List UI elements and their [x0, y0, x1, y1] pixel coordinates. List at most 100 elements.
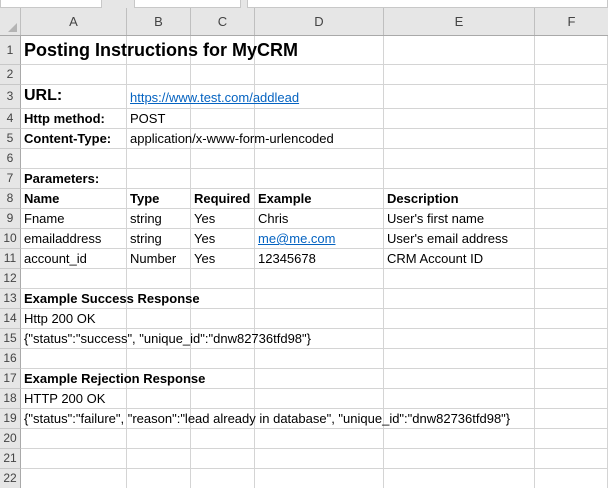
- cell-f2[interactable]: [535, 65, 608, 85]
- cell-a18[interactable]: HTTP 200 OK: [21, 389, 127, 409]
- column-header-f[interactable]: F: [535, 8, 608, 35]
- cell-a6[interactable]: [21, 149, 127, 169]
- row-header[interactable]: 20: [0, 429, 21, 449]
- cell-b12[interactable]: [127, 269, 191, 289]
- cell-f16[interactable]: [535, 349, 608, 369]
- cell-a9[interactable]: Fname: [21, 209, 127, 229]
- column-header-d[interactable]: D: [255, 8, 384, 35]
- cell-c14[interactable]: [191, 309, 255, 329]
- cell-f1[interactable]: [535, 36, 608, 65]
- cell-f20[interactable]: [535, 429, 608, 449]
- cell-f10[interactable]: [535, 229, 608, 249]
- cell-e20[interactable]: [384, 429, 535, 449]
- cell-e5[interactable]: [384, 129, 535, 149]
- cell-b16[interactable]: [127, 349, 191, 369]
- cell-a11[interactable]: account_id: [21, 249, 127, 269]
- row-header[interactable]: 18: [0, 389, 21, 409]
- cell-d17[interactable]: [255, 369, 384, 389]
- cell-a8[interactable]: Name: [21, 189, 127, 209]
- row-header[interactable]: 19: [0, 409, 21, 429]
- row-header[interactable]: 12: [0, 269, 21, 289]
- row-header[interactable]: 21: [0, 449, 21, 469]
- cell-b5[interactable]: application/x-www-form-urlencoded: [127, 129, 334, 149]
- cell-f12[interactable]: [535, 269, 608, 289]
- cell-f14[interactable]: [535, 309, 608, 329]
- cell-f21[interactable]: [535, 449, 608, 469]
- cell-a13[interactable]: Example Success Response: [21, 289, 200, 309]
- row-header[interactable]: 7: [0, 169, 21, 189]
- cell-d21[interactable]: [255, 449, 384, 469]
- cell-b9[interactable]: string: [127, 209, 191, 229]
- cell-f5[interactable]: [535, 129, 608, 149]
- cell-f3[interactable]: [535, 85, 608, 109]
- row-header[interactable]: 10: [0, 229, 21, 249]
- cell-f8[interactable]: [535, 189, 608, 209]
- cell-f11[interactable]: [535, 249, 608, 269]
- email-link[interactable]: me@me.com: [255, 229, 384, 249]
- cell-f19[interactable]: [535, 409, 608, 429]
- row-header[interactable]: 15: [0, 329, 21, 349]
- cell-d22[interactable]: [255, 469, 384, 488]
- cell-a3[interactable]: URL:: [21, 85, 127, 109]
- cell-a15[interactable]: {"status":"success", "unique_id":"dnw827…: [21, 329, 311, 349]
- row-header[interactable]: 9: [0, 209, 21, 229]
- cell-e15[interactable]: [384, 329, 535, 349]
- cell-f7[interactable]: [535, 169, 608, 189]
- cell-d4[interactable]: [255, 109, 384, 129]
- cell-e17[interactable]: [384, 369, 535, 389]
- url-link[interactable]: https://www.test.com/addlead: [127, 85, 299, 109]
- cell-f18[interactable]: [535, 389, 608, 409]
- cell-b14[interactable]: [127, 309, 191, 329]
- cell-e7[interactable]: [384, 169, 535, 189]
- cell-a1[interactable]: Posting Instructions for MyCRM: [21, 36, 298, 65]
- cell-e9[interactable]: User's first name: [384, 209, 535, 229]
- cell-b10[interactable]: string: [127, 229, 191, 249]
- cell-c4[interactable]: [191, 109, 255, 129]
- column-header-e[interactable]: E: [384, 8, 535, 35]
- select-all-corner[interactable]: [0, 8, 21, 35]
- row-header[interactable]: 5: [0, 129, 21, 149]
- cell-a16[interactable]: [21, 349, 127, 369]
- cell-a2[interactable]: [21, 65, 127, 85]
- cell-e21[interactable]: [384, 449, 535, 469]
- cell-d13[interactable]: [255, 289, 384, 309]
- row-header[interactable]: 1: [0, 36, 21, 65]
- cell-c12[interactable]: [191, 269, 255, 289]
- cell-a12[interactable]: [21, 269, 127, 289]
- cell-e3[interactable]: [384, 85, 535, 109]
- cell-e6[interactable]: [384, 149, 535, 169]
- cell-c2[interactable]: [191, 65, 255, 85]
- cell-d2[interactable]: [255, 65, 384, 85]
- cell-e10[interactable]: User's email address: [384, 229, 535, 249]
- cell-d11[interactable]: 12345678: [255, 249, 384, 269]
- row-header[interactable]: 16: [0, 349, 21, 369]
- cell-b8[interactable]: Type: [127, 189, 191, 209]
- row-header[interactable]: 2: [0, 65, 21, 85]
- cell-d9[interactable]: Chris: [255, 209, 384, 229]
- cell-c21[interactable]: [191, 449, 255, 469]
- cell-e22[interactable]: [384, 469, 535, 488]
- cell-b11[interactable]: Number: [127, 249, 191, 269]
- cell-a7[interactable]: Parameters:: [21, 169, 127, 189]
- cell-d12[interactable]: [255, 269, 384, 289]
- cell-e1[interactable]: [384, 36, 535, 65]
- cell-e2[interactable]: [384, 65, 535, 85]
- cell-b2[interactable]: [127, 65, 191, 85]
- cell-b21[interactable]: [127, 449, 191, 469]
- cell-d7[interactable]: [255, 169, 384, 189]
- row-header[interactable]: 3: [0, 85, 21, 109]
- row-header[interactable]: 6: [0, 149, 21, 169]
- row-header[interactable]: 17: [0, 369, 21, 389]
- cell-e14[interactable]: [384, 309, 535, 329]
- formula-bar[interactable]: [247, 0, 608, 8]
- cell-c6[interactable]: [191, 149, 255, 169]
- cell-a14[interactable]: Http 200 OK: [21, 309, 127, 329]
- cell-d14[interactable]: [255, 309, 384, 329]
- cell-f6[interactable]: [535, 149, 608, 169]
- cell-b6[interactable]: [127, 149, 191, 169]
- cell-d6[interactable]: [255, 149, 384, 169]
- cell-b20[interactable]: [127, 429, 191, 449]
- cell-e13[interactable]: [384, 289, 535, 309]
- cell-d8[interactable]: Example: [255, 189, 384, 209]
- cell-b4[interactable]: POST: [127, 109, 191, 129]
